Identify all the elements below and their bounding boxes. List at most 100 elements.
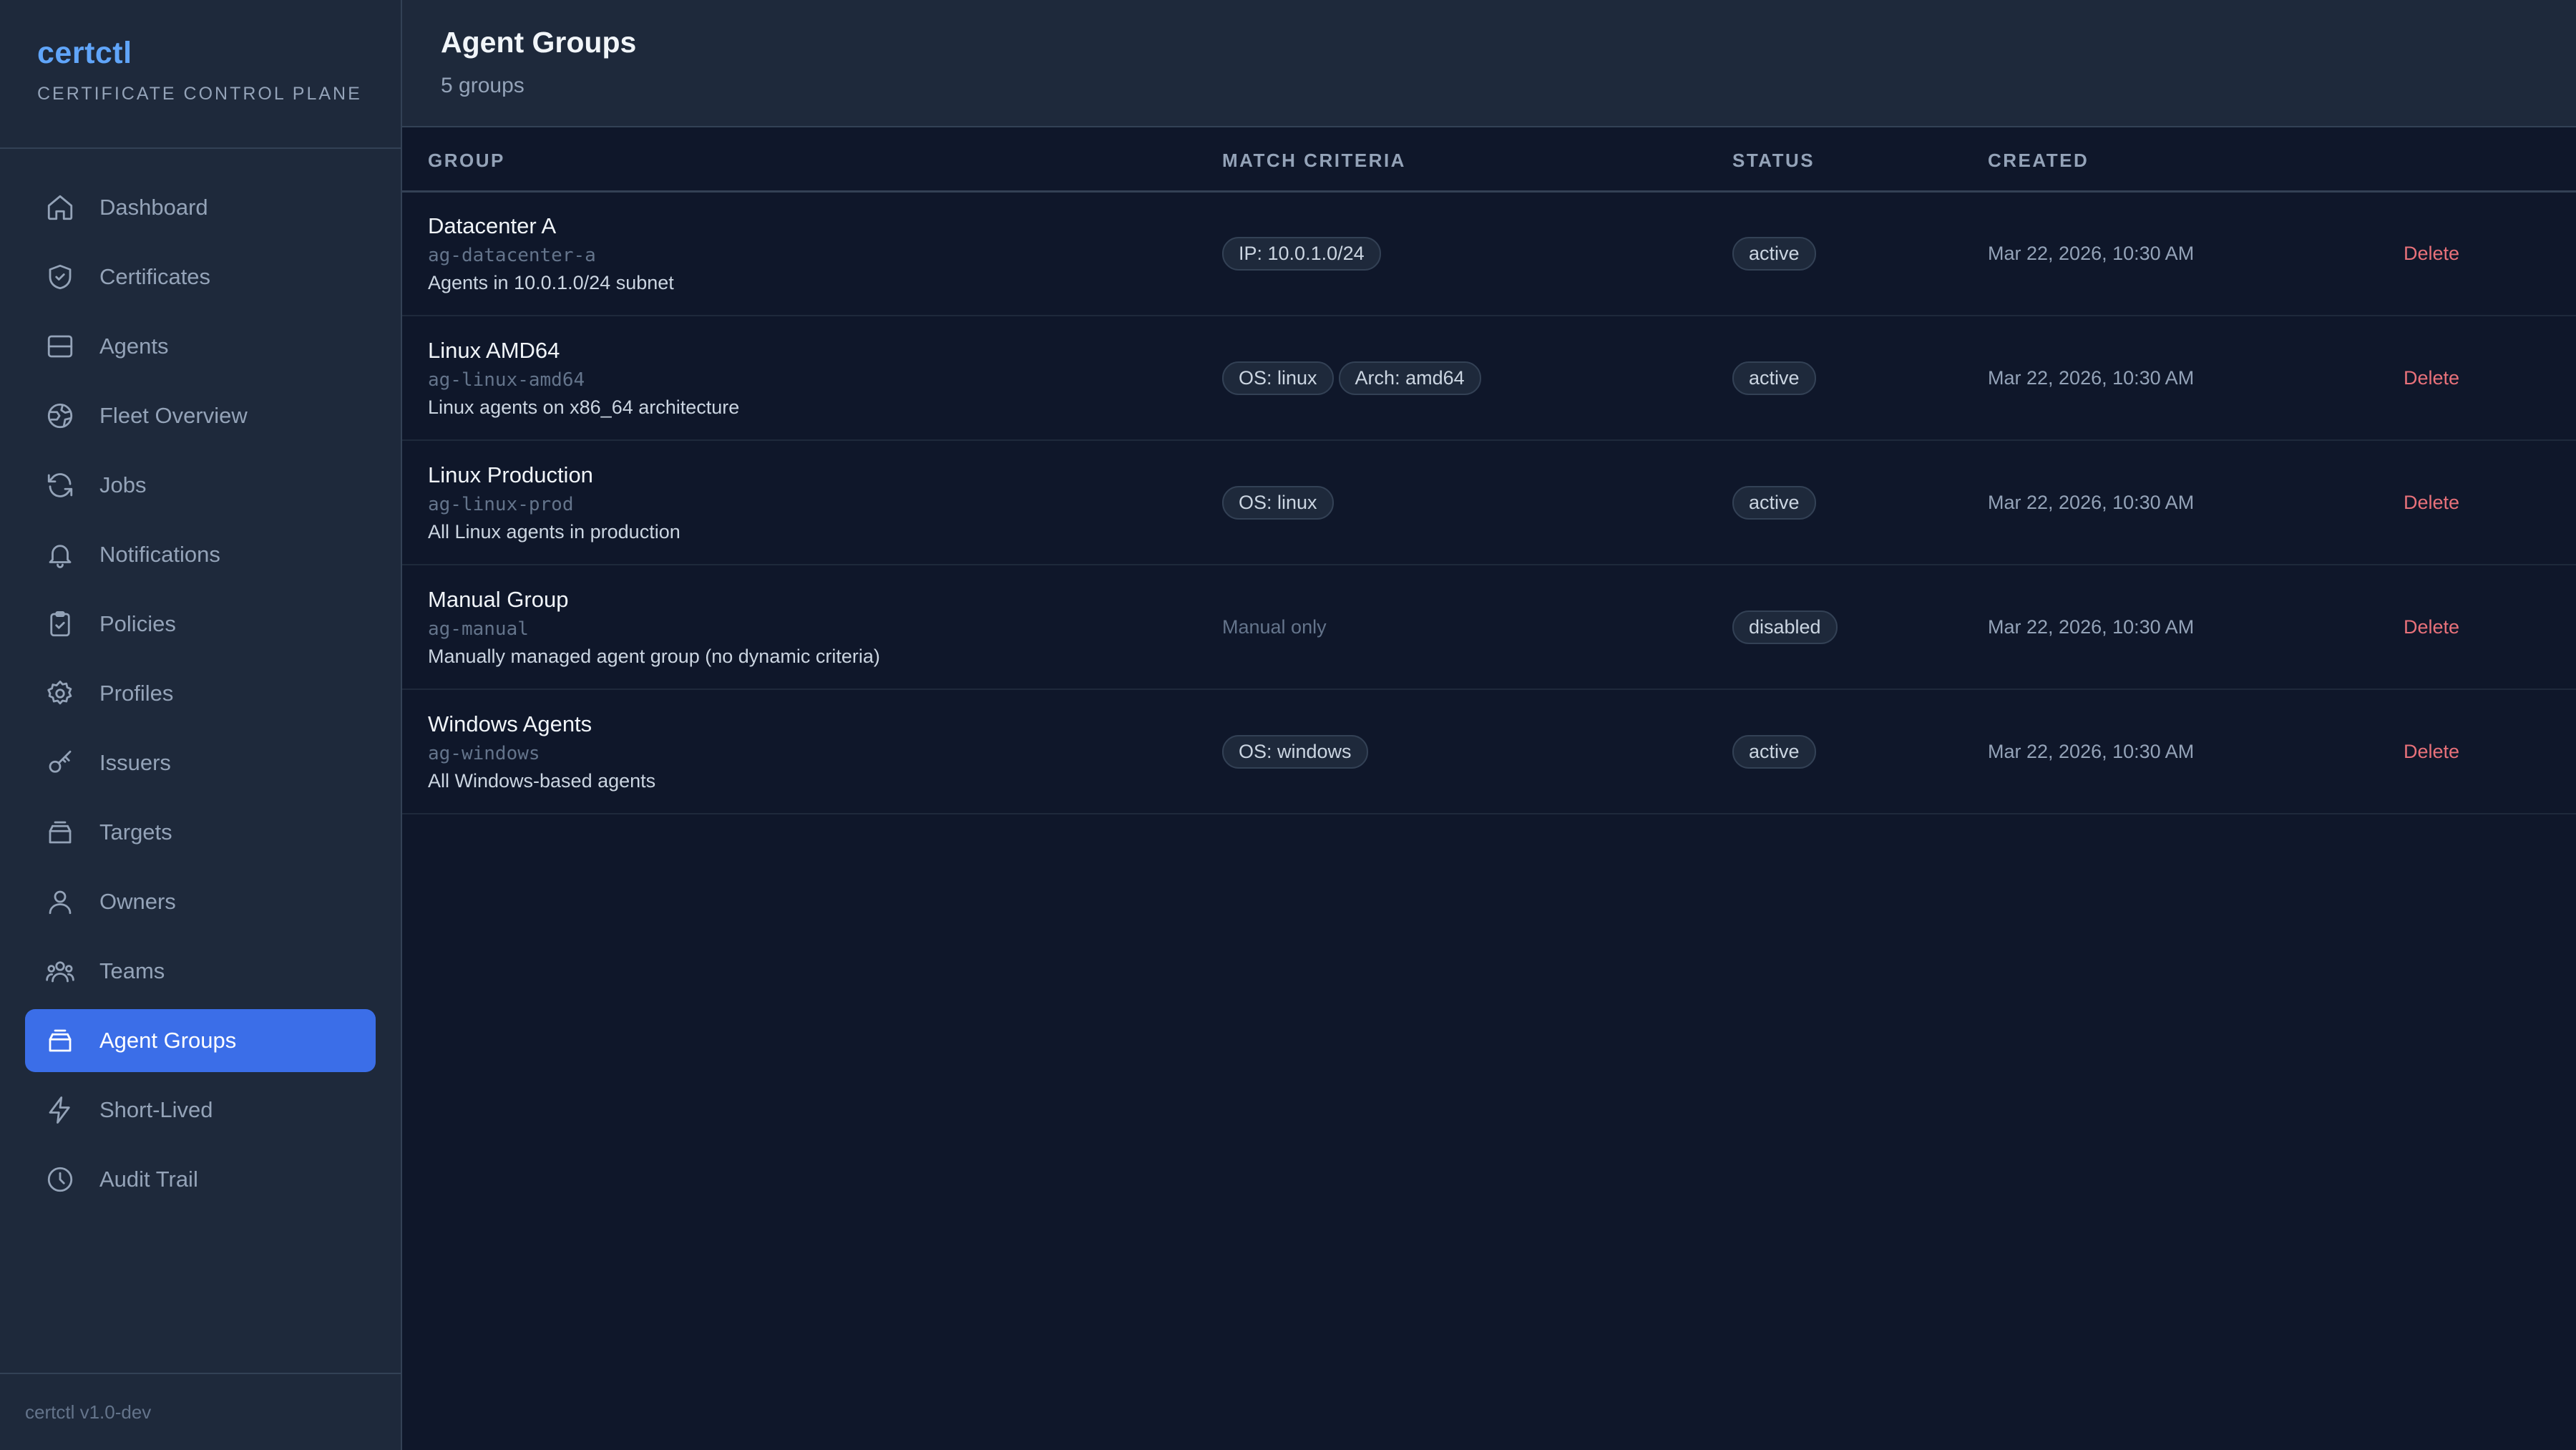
key-icon bbox=[44, 747, 76, 779]
group-cell: Datacenter A ag-datacenter-a Agents in 10.… bbox=[402, 191, 1222, 316]
brand: certctl CERTIFICATE CONTROL PLANE bbox=[0, 0, 401, 149]
sidebar-item-label: Short-Lived bbox=[99, 1097, 213, 1122]
group-count: 5 groups bbox=[441, 74, 525, 97]
status-badge: disabled bbox=[1732, 610, 1838, 644]
criteria-chip: OS: linux bbox=[1222, 485, 1334, 520]
sidebar-item-label: Policies bbox=[99, 611, 176, 636]
column-header-status[interactable]: Status bbox=[1732, 127, 1988, 191]
match-criteria-cell: Manual only bbox=[1222, 565, 1732, 689]
sidebar-item-audit-trail[interactable]: Audit Trail bbox=[25, 1148, 376, 1211]
bell-icon bbox=[44, 539, 76, 570]
sidebar-item-teams[interactable]: Teams bbox=[25, 940, 376, 1003]
status-badge: active bbox=[1732, 485, 1816, 520]
delete-button[interactable]: Delete bbox=[2404, 367, 2459, 389]
sidebar-item-policies[interactable]: Policies bbox=[25, 593, 376, 656]
group-id: ag-linux-prod bbox=[428, 493, 574, 515]
actions-cell: Delete bbox=[2404, 316, 2576, 440]
delete-button[interactable]: Delete bbox=[2404, 243, 2459, 264]
column-header-match-criteria[interactable]: Match Criteria bbox=[1222, 127, 1732, 191]
sidebar-item-label: Profiles bbox=[99, 681, 174, 706]
sidebar-item-profiles[interactable]: Profiles bbox=[25, 662, 376, 725]
status-badge: active bbox=[1732, 361, 1816, 395]
group-name[interactable]: Linux AMD64 bbox=[428, 338, 1222, 364]
globe-icon bbox=[44, 400, 76, 432]
sidebar: certctl CERTIFICATE CONTROL PLANE Dashbo… bbox=[0, 0, 402, 1450]
group-name[interactable]: Linux Production bbox=[428, 462, 1222, 488]
agent-groups-table: Group Match Criteria Status Created Data… bbox=[402, 127, 2576, 814]
status-badge: active bbox=[1732, 236, 1816, 271]
group-id: ag-datacenter-a bbox=[428, 244, 596, 266]
created-date: Mar 22, 2026, 10:30 AM bbox=[1988, 491, 2195, 513]
table-row[interactable]: Linux AMD64 ag-linux-amd64 Linux agents on… bbox=[402, 316, 2576, 440]
sidebar-item-label: Teams bbox=[99, 958, 165, 983]
status-cell: active bbox=[1732, 316, 1988, 440]
delete-button[interactable]: Delete bbox=[2404, 492, 2459, 513]
sidebar-item-label: Notifications bbox=[99, 542, 220, 567]
sidebar-item-label: Owners bbox=[99, 889, 176, 914]
group-cell: Linux Production ag-linux-prod All Linux a… bbox=[402, 440, 1222, 565]
criteria-chip: OS: windows bbox=[1222, 734, 1368, 769]
status-cell: disabled bbox=[1732, 565, 1988, 689]
sidebar-item-owners[interactable]: Owners bbox=[25, 870, 376, 933]
delete-button[interactable]: Delete bbox=[2404, 741, 2459, 762]
table-row[interactable]: Datacenter A ag-datacenter-a Agents in 10.… bbox=[402, 191, 2576, 316]
bolt-icon bbox=[44, 1094, 76, 1126]
stack-icon bbox=[44, 817, 76, 848]
sidebar-item-agent-groups[interactable]: Agent Groups bbox=[25, 1009, 376, 1072]
table-row[interactable]: Linux Production ag-linux-prod All Linux a… bbox=[402, 440, 2576, 565]
created-date: Mar 22, 2026, 10:30 AM bbox=[1988, 740, 2195, 762]
created-cell: Mar 22, 2026, 10:30 AM bbox=[1988, 191, 2404, 316]
created-date: Mar 22, 2026, 10:30 AM bbox=[1988, 615, 2195, 638]
group-description: Agents in 10.0.1.0/24 subnet bbox=[428, 271, 674, 293]
sidebar-item-targets[interactable]: Targets bbox=[25, 801, 376, 864]
group-description: All Windows-based agents bbox=[428, 769, 656, 792]
group-cell: Windows Agents ag-windows All Windows-base… bbox=[402, 689, 1222, 814]
status-cell: active bbox=[1732, 440, 1988, 565]
gear-icon bbox=[44, 678, 76, 709]
column-header-created[interactable]: Created bbox=[1988, 127, 2404, 191]
brand-name[interactable]: certctl bbox=[37, 36, 401, 71]
match-criteria-cell: OS: linux Arch: amd64 bbox=[1222, 316, 1732, 440]
group-id: ag-manual bbox=[428, 618, 529, 640]
sidebar-item-label: Audit Trail bbox=[99, 1167, 198, 1192]
actions-cell: Delete bbox=[2404, 191, 2576, 316]
sidebar-item-fleet-overview[interactable]: Fleet Overview bbox=[25, 384, 376, 447]
delete-button[interactable]: Delete bbox=[2404, 616, 2459, 638]
sidebar-item-notifications[interactable]: Notifications bbox=[25, 523, 376, 586]
criteria-chip: Arch: amd64 bbox=[1338, 361, 1481, 395]
sidebar-item-agents[interactable]: Agents bbox=[25, 315, 376, 378]
created-cell: Mar 22, 2026, 10:30 AM bbox=[1988, 689, 2404, 814]
version-label: certctl v1.0-dev bbox=[0, 1373, 401, 1450]
sidebar-item-label: Certificates bbox=[99, 264, 211, 289]
match-criteria-cell: OS: linux bbox=[1222, 440, 1732, 565]
column-header-group[interactable]: Group bbox=[402, 127, 1222, 191]
actions-cell: Delete bbox=[2404, 565, 2576, 689]
group-id: ag-linux-amd64 bbox=[428, 369, 585, 391]
group-name[interactable]: Manual Group bbox=[428, 587, 1222, 613]
sidebar-item-issuers[interactable]: Issuers bbox=[25, 731, 376, 794]
sidebar-item-jobs[interactable]: Jobs bbox=[25, 454, 376, 517]
created-date: Mar 22, 2026, 10:30 AM bbox=[1988, 242, 2195, 264]
sidebar-item-certificates[interactable]: Certificates bbox=[25, 245, 376, 308]
group-cell: Linux AMD64 ag-linux-amd64 Linux agents on… bbox=[402, 316, 1222, 440]
stack-icon bbox=[44, 1025, 76, 1056]
group-name[interactable]: Datacenter A bbox=[428, 213, 1222, 239]
clock-icon bbox=[44, 1164, 76, 1195]
match-criteria-cell: IP: 10.0.1.0/24 bbox=[1222, 191, 1732, 316]
group-name[interactable]: Windows Agents bbox=[428, 711, 1222, 737]
criteria-chip: OS: linux bbox=[1222, 361, 1334, 395]
sidebar-item-dashboard[interactable]: Dashboard bbox=[25, 176, 376, 239]
sidebar-item-short-lived[interactable]: Short-Lived bbox=[25, 1079, 376, 1142]
actions-cell: Delete bbox=[2404, 440, 2576, 565]
group-cell: Manual Group ag-manual Manually managed ag… bbox=[402, 565, 1222, 689]
table-row[interactable]: Windows Agents ag-windows All Windows-base… bbox=[402, 689, 2576, 814]
created-cell: Mar 22, 2026, 10:30 AM bbox=[1988, 316, 2404, 440]
table-row[interactable]: Manual Group ag-manual Manually managed ag… bbox=[402, 565, 2576, 689]
page-header: Agent Groups 5 groups bbox=[402, 0, 2576, 127]
page-title: Agent Groups bbox=[441, 26, 637, 59]
group-description: All Linux agents in production bbox=[428, 520, 680, 542]
group-description: Linux agents on x86_64 architecture bbox=[428, 396, 740, 418]
sidebar-item-label: Agents bbox=[99, 334, 169, 359]
main-content: Agent Groups 5 groups Group Match Criter… bbox=[402, 0, 2576, 1450]
created-cell: Mar 22, 2026, 10:30 AM bbox=[1988, 440, 2404, 565]
